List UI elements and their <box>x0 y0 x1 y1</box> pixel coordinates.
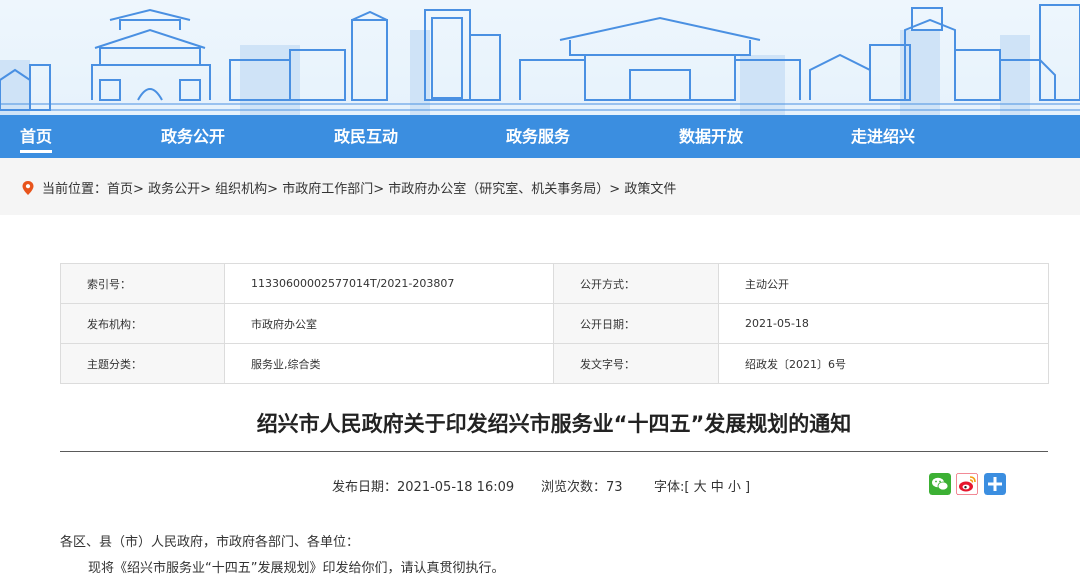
breadcrumb-separator: > <box>200 182 211 197</box>
meta-value-doc-number: 绍政发〔2021〕6号 <box>718 343 1049 384</box>
weibo-icon[interactable] <box>956 473 978 495</box>
breadcrumb-prefix: 当前位置： <box>42 182 108 197</box>
breadcrumb-item-policy-docs[interactable]: 政策文件 <box>624 182 676 197</box>
skyline-illustration <box>0 4 1080 115</box>
meta-key-doc-number: 发文字号： <box>553 343 719 384</box>
article-addressee: 各区、县（市）人民政府，市政府各部门、各单位： <box>60 535 360 550</box>
meta-value-index: 11330600002577014T/2021-203807 <box>224 263 554 304</box>
nav-item-interaction[interactable]: 政民互动 <box>334 115 398 158</box>
meta-value-publisher: 市政府办公室 <box>224 303 554 344</box>
title-divider <box>60 451 1048 452</box>
breadcrumb-item-departments[interactable]: 市政府工作部门 <box>282 182 373 197</box>
meta-key-disclosure: 公开方式： <box>553 263 719 304</box>
nav-item-home[interactable]: 首页 <box>20 115 53 158</box>
breadcrumb-bar: 当前位置：首页> 政务公开> 组织机构> 市政府工作部门> 市政府办公室（研究室… <box>0 158 1080 215</box>
document-meta-table: 索引号： 11330600002577014T/2021-203807 公开方式… <box>60 263 1049 384</box>
main-nav: 首页 政务公开 政民互动 政务服务 数据开放 走进绍兴 <box>0 115 1080 158</box>
more-share-icon[interactable] <box>984 473 1006 495</box>
table-row: 索引号： 11330600002577014T/2021-203807 公开方式… <box>60 263 1049 304</box>
breadcrumb: 当前位置：首页> 政务公开> 组织机构> 市政府工作部门> 市政府办公室（研究室… <box>42 178 676 197</box>
article-body-paragraph: 现将《绍兴市服务业“十四五”发展规划》印发给你们，请认真贯彻执行。 <box>88 561 505 576</box>
breadcrumb-separator: > <box>133 182 144 197</box>
nav-item-gov-affairs[interactable]: 政务公开 <box>161 115 225 158</box>
meta-value-date: 2021-05-18 <box>718 303 1049 344</box>
location-pin-icon <box>22 181 34 195</box>
nav-item-about[interactable]: 走进绍兴 <box>851 115 915 158</box>
publish-date: 发布日期：2021-05-18 16:09 <box>332 480 515 495</box>
breadcrumb-item-office[interactable]: 市政府办公室（研究室、机关事务局） <box>388 182 609 197</box>
table-row: 发布机构： 市政府办公室 公开日期： 2021-05-18 <box>60 303 1049 344</box>
breadcrumb-separator: > <box>373 182 385 197</box>
view-count: 浏览次数：73 <box>541 480 623 495</box>
breadcrumb-item-home[interactable]: 首页 <box>107 182 133 197</box>
nav-item-open-data[interactable]: 数据开放 <box>679 115 743 158</box>
nav-item-services[interactable]: 政务服务 <box>506 115 570 158</box>
meta-value-disclosure: 主动公开 <box>718 263 1049 304</box>
breadcrumb-separator: > <box>609 182 621 197</box>
wechat-icon[interactable] <box>929 473 951 495</box>
article-title: 绍兴市人民政府关于印发绍兴市服务业“十四五”发展规划的通知 <box>256 412 852 436</box>
breadcrumb-separator: > <box>267 182 279 197</box>
meta-key-date: 公开日期： <box>553 303 719 344</box>
font-size-selector[interactable]: 字体:[ 大 中 小 ] <box>654 476 750 495</box>
breadcrumb-item-gov-affairs[interactable]: 政务公开 <box>148 182 200 197</box>
meta-value-category: 服务业,综合类 <box>224 343 554 384</box>
header-banner <box>0 0 1080 115</box>
table-row: 主题分类： 服务业,综合类 发文字号： 绍政发〔2021〕6号 <box>60 343 1049 384</box>
breadcrumb-item-organization[interactable]: 组织机构 <box>215 182 267 197</box>
meta-key-category: 主题分类： <box>60 343 225 384</box>
meta-key-index: 索引号： <box>60 263 225 304</box>
meta-key-publisher: 发布机构： <box>60 303 225 344</box>
